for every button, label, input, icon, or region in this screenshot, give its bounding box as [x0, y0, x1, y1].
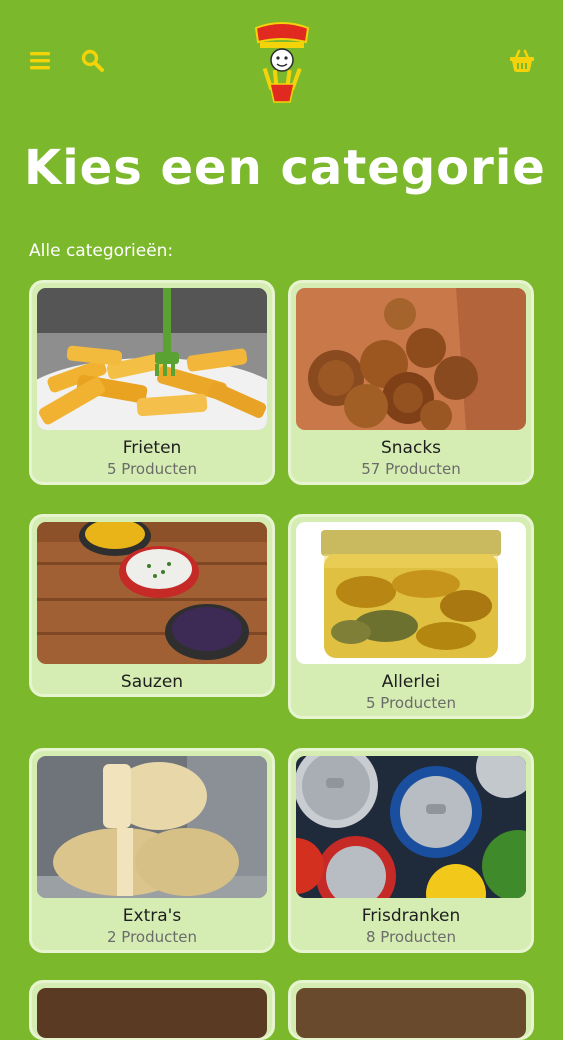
category-count: 2 Producten: [107, 928, 197, 946]
category-image-allerlei: [296, 522, 526, 664]
category-image-partial: [296, 988, 526, 1038]
category-card-snacks[interactable]: Snacks 57 Producten: [288, 280, 534, 485]
category-image-frisdranken: [296, 756, 526, 898]
top-bar: [0, 0, 563, 110]
category-count: 57 Producten: [361, 460, 461, 478]
category-card-frisdranken[interactable]: Frisdranken 8 Producten: [288, 748, 534, 953]
category-name: Frieten: [122, 438, 182, 458]
basket-icon[interactable]: [509, 48, 535, 74]
category-name: Extra's: [122, 906, 182, 926]
category-name: Snacks: [380, 438, 442, 458]
category-image-partial: [37, 988, 267, 1038]
category-card-extras[interactable]: Extra's 2 Producten: [29, 748, 275, 953]
category-name: Allerlei: [381, 672, 441, 692]
category-image-extras: [37, 756, 267, 898]
search-icon[interactable]: [80, 48, 106, 74]
category-card-frieten[interactable]: Frieten 5 Producten: [29, 280, 275, 485]
category-image-frieten: [37, 288, 267, 430]
brand-logo[interactable]: [250, 18, 314, 104]
category-image-snacks: [296, 288, 526, 430]
category-image-sauzen: [37, 522, 267, 664]
category-card-allerlei[interactable]: Allerlei 5 Producten: [288, 514, 534, 719]
category-name: Frisdranken: [361, 906, 461, 926]
section-label: Alle categorieën:: [29, 241, 174, 261]
category-card-sauzen[interactable]: Sauzen: [29, 514, 275, 697]
menu-icon[interactable]: [28, 48, 54, 74]
category-count: 5 Producten: [107, 460, 197, 478]
category-card-partial[interactable]: [29, 980, 275, 1040]
category-card-partial[interactable]: [288, 980, 534, 1040]
category-count: 8 Producten: [366, 928, 456, 946]
category-count: 5 Producten: [366, 694, 456, 712]
page-title: Kies een categorie: [24, 140, 546, 196]
category-name: Sauzen: [120, 672, 184, 692]
